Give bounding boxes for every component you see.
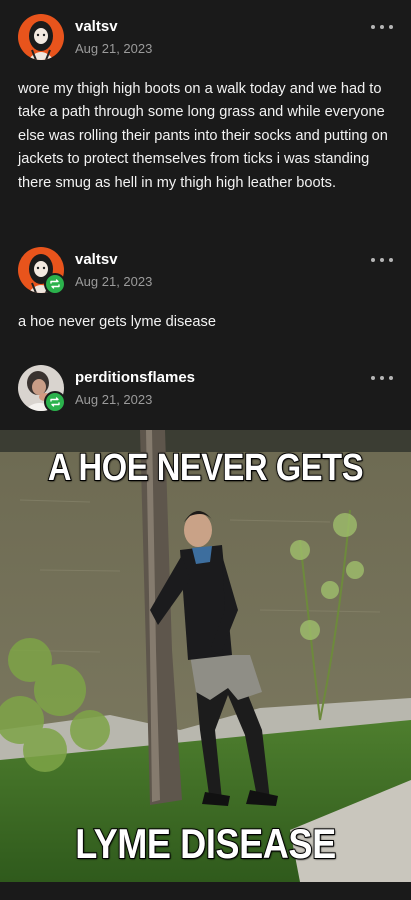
username[interactable]: valtsv <box>75 18 118 36</box>
avatar[interactable] <box>18 14 64 60</box>
username[interactable]: perditionsflames <box>75 369 195 387</box>
meme-photo-icon <box>0 430 411 882</box>
post-date[interactable]: Aug 21, 2023 <box>75 392 152 408</box>
meme-image[interactable]: A HOE NEVER GETS LYME DISEASE <box>0 430 411 882</box>
more-options-icon[interactable] <box>371 253 393 267</box>
more-options-icon[interactable] <box>371 371 393 385</box>
reblog-icon <box>44 273 66 295</box>
post-header: perditionsflames Aug 21, 2023 <box>18 365 393 413</box>
meme-top-text: A HOE NEVER GETS <box>47 446 364 490</box>
post-date[interactable]: Aug 21, 2023 <box>75 274 152 290</box>
bottom-divider <box>0 882 411 900</box>
meme-bottom-text: LYME DISEASE <box>74 819 337 868</box>
username[interactable]: valtsv <box>75 251 118 269</box>
post-header: valtsv Aug 21, 2023 <box>18 247 393 295</box>
reblog-icon <box>44 391 66 413</box>
post-text: wore my thigh high boots on a walk today… <box>18 81 388 191</box>
avatar-image-icon <box>18 14 64 60</box>
post-header: valtsv Aug 21, 2023 <box>18 14 393 60</box>
post-text: a hoe never gets lyme disease <box>18 314 216 330</box>
more-options-icon[interactable] <box>371 20 393 34</box>
post-date[interactable]: Aug 21, 2023 <box>75 41 152 57</box>
